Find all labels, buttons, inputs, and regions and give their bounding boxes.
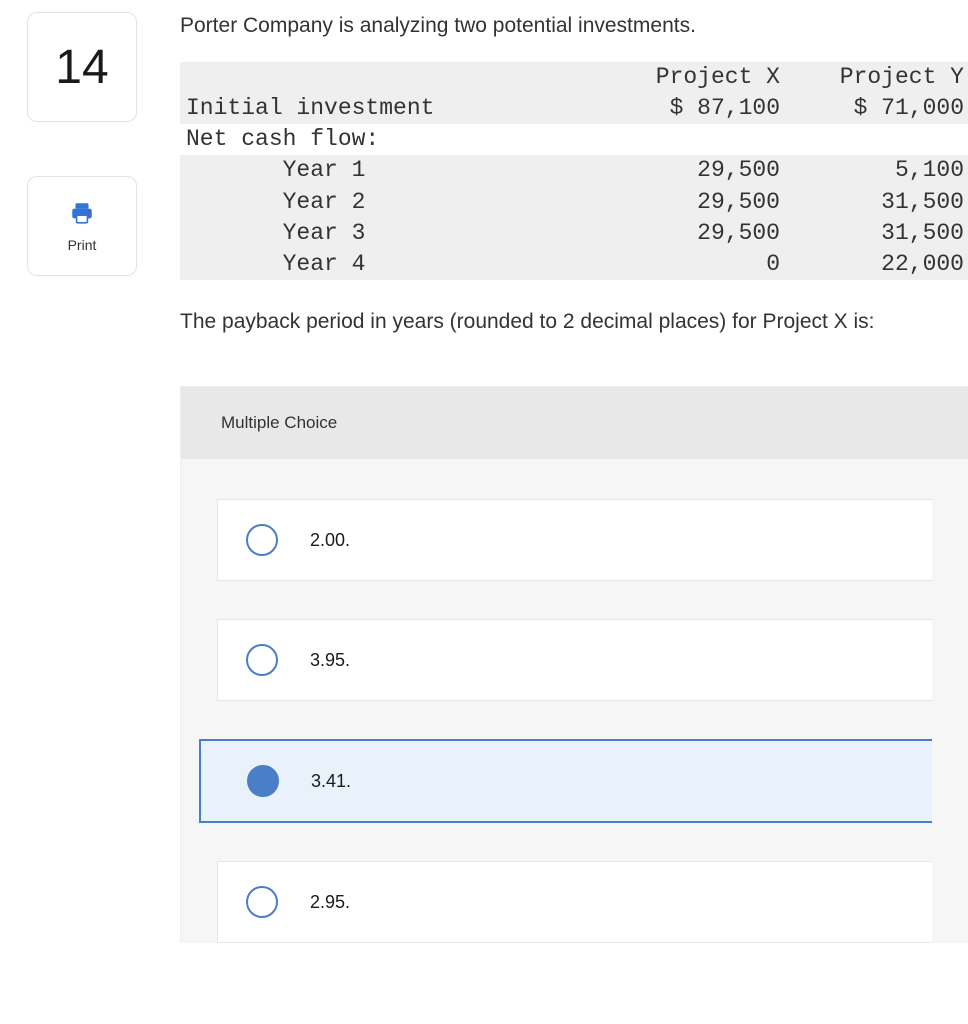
option-text: 2.95.	[310, 892, 350, 913]
table-row: Net cash flow:	[180, 124, 968, 155]
cell-project-x	[628, 124, 798, 155]
option-text: 3.95.	[310, 650, 350, 671]
cell-project-y: 31,500	[798, 187, 968, 218]
question-number: 14	[55, 40, 108, 95]
cell-project-y: 22,000	[798, 249, 968, 280]
option-text: 3.41.	[311, 771, 351, 792]
row-label: Year 4	[180, 249, 628, 280]
radio-icon	[246, 524, 278, 556]
radio-icon	[247, 765, 279, 797]
print-label: Print	[68, 237, 97, 253]
table-row: Initial investment$ 87,100$ 71,000	[180, 93, 968, 124]
options-list: 2.00. 3.95. 3.41. 2.95.	[181, 459, 968, 943]
question-number-box: 14	[27, 12, 137, 122]
row-label: Initial investment	[180, 93, 628, 124]
question-intro: Porter Company is analyzing two potentia…	[180, 12, 968, 40]
cell-project-x: 29,500	[628, 187, 798, 218]
row-label: Year 3	[180, 218, 628, 249]
table-header-row: Project X Project Y	[180, 62, 968, 93]
radio-icon	[246, 886, 278, 918]
column-header: Project Y	[798, 62, 968, 93]
data-table: Project X Project Y Initial investment$ …	[180, 62, 968, 279]
row-label: Net cash flow:	[180, 124, 628, 155]
mc-option[interactable]: 2.00.	[217, 499, 932, 581]
multiple-choice-section: Multiple Choice 2.00. 3.95. 3.41. 2.95.	[180, 386, 968, 943]
radio-icon	[246, 644, 278, 676]
row-label: Year 1	[180, 155, 628, 186]
cell-project-x: 29,500	[628, 218, 798, 249]
column-header: Project X	[628, 62, 798, 93]
table-row: Year 129,5005,100	[180, 155, 968, 186]
table-row: Year 329,50031,500	[180, 218, 968, 249]
mc-option[interactable]: 2.95.	[217, 861, 932, 943]
question-prompt: The payback period in years (rounded to …	[180, 308, 968, 336]
cell-project-y: 5,100	[798, 155, 968, 186]
table-row: Year 4022,000	[180, 249, 968, 280]
printer-icon	[69, 200, 95, 231]
cell-project-y: 31,500	[798, 218, 968, 249]
question-content: Porter Company is analyzing two potentia…	[152, 12, 968, 943]
option-text: 2.00.	[310, 530, 350, 551]
cell-project-x: $ 87,100	[628, 93, 798, 124]
cell-project-x: 0	[628, 249, 798, 280]
print-button[interactable]: Print	[27, 176, 137, 276]
cell-project-y: $ 71,000	[798, 93, 968, 124]
mc-option[interactable]: 3.41.	[199, 739, 932, 823]
cell-project-x: 29,500	[628, 155, 798, 186]
mc-title: Multiple Choice	[181, 387, 968, 459]
table-row: Year 229,50031,500	[180, 187, 968, 218]
mc-option[interactable]: 3.95.	[217, 619, 932, 701]
row-label: Year 2	[180, 187, 628, 218]
cell-project-y	[798, 124, 968, 155]
left-sidebar: 14 Print	[12, 12, 152, 276]
